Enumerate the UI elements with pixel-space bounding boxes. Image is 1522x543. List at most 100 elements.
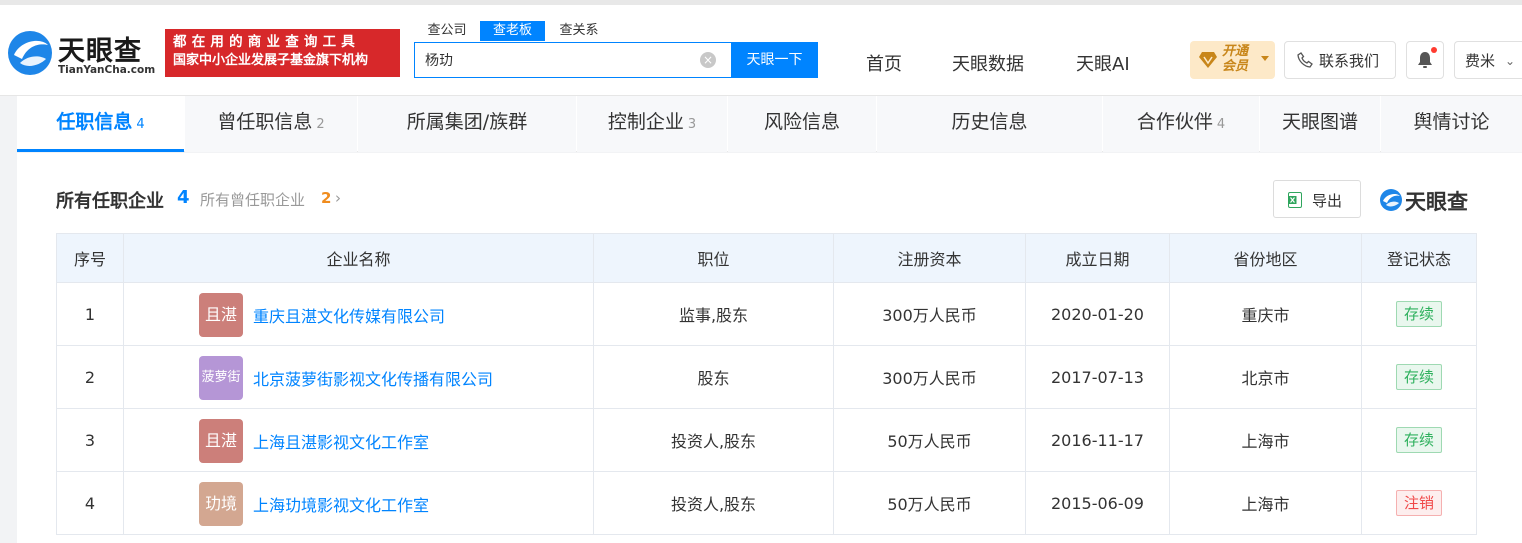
vip-label-line-2: 会员 [1222, 59, 1249, 74]
tab-graph[interactable]: 天眼图谱 [1260, 96, 1380, 152]
tab-label: 历史信息 [951, 111, 1028, 133]
tab-discussion[interactable]: 舆情讨论 [1381, 96, 1522, 152]
company-cell: 菠萝街 北京菠萝街影视文化传播有限公司 [123, 345, 594, 409]
search-tab-boss[interactable]: 查老板 [480, 21, 545, 41]
row-index: 1 [56, 282, 124, 346]
user-name: 费米 [1465, 52, 1496, 70]
col-header-capital: 注册资本 [833, 233, 1026, 283]
company-cell: 且湛 重庆且湛文化传媒有限公司 [123, 282, 594, 346]
date-cell: 2016-11-17 [1025, 408, 1170, 472]
table-row: 3 且湛 上海且湛影视文化工作室 投资人,股东 50万人民币 2016-11-17 上海市存… [56, 408, 1477, 472]
notification-dot [1431, 47, 1437, 53]
status-badge: 存续 [1395, 427, 1442, 453]
role-cell: 股东 [593, 345, 834, 409]
company-avatar[interactable]: 且湛 [199, 293, 243, 337]
tab-label: 所属集团/族群 [406, 111, 528, 133]
tab-label: 天眼图谱 [1281, 111, 1358, 133]
nav-data[interactable]: 天眼数据 [952, 50, 1024, 76]
positions-panel: 所有任职企业 4 所有曾任职企业 2 › 导出 天眼查 序号 企业名称 职位 注… [17, 153, 1522, 543]
search-tab-company[interactable]: 查公司 [415, 21, 479, 41]
capital-cell: 50万人民币 [833, 408, 1026, 472]
notification-button[interactable] [1406, 41, 1444, 79]
detail-tabs: 任职信息 4 曾任职信息 2 所属集团/族群 控制企业 3 风险信息 历史信息 合作伙… [17, 96, 1522, 152]
company-avatar[interactable]: 菠萝街 [199, 356, 243, 400]
tab-label: 合作伙伴 [1136, 111, 1213, 133]
company-name-link[interactable]: 上海玏境影视文化工作室 [253, 492, 429, 516]
col-header-index: 序号 [56, 233, 124, 283]
tab-count: 2 [316, 117, 325, 132]
export-label: 导出 [1312, 192, 1343, 210]
status-cell: 注销 [1361, 471, 1477, 535]
user-menu[interactable]: 费米 ⌄ [1454, 41, 1522, 79]
tab-label: 曾任职信息 [217, 111, 313, 133]
table-header-row: 序号 企业名称 职位 注册资本 成立日期 省份地区 登记状态 [56, 233, 1477, 283]
region-cell: 北京市 [1169, 345, 1362, 409]
tab-count: 4 [136, 117, 145, 132]
slogan-line-1: 都在用的商业查询工具 [173, 34, 360, 50]
section-title: 所有任职企业 [56, 191, 164, 212]
company-cell: 且湛 上海且湛影视文化工作室 [123, 408, 594, 472]
nav-home[interactable]: 首页 [866, 50, 902, 76]
vip-button[interactable]: 开通 会员 [1190, 41, 1275, 79]
col-header-role: 职位 [593, 233, 834, 283]
role-cell: 投资人,股东 [593, 471, 834, 535]
company-cell: 玏境 上海玏境影视文化工作室 [123, 471, 594, 535]
search-tab-relation[interactable]: 查关系 [545, 21, 613, 41]
past-positions-count[interactable]: 2 [321, 189, 331, 207]
search-button[interactable]: 天眼一下 [731, 42, 818, 78]
nav-ai[interactable]: 天眼AI [1076, 50, 1130, 76]
col-header-date: 成立日期 [1025, 233, 1170, 283]
chevron-down-icon: ⌄ [1505, 54, 1516, 68]
slogan-line-2: 国家中小企业发展子基金旗下机构 [173, 53, 369, 68]
past-positions-link[interactable]: 所有曾任职企业 [200, 189, 305, 210]
company-name-link[interactable]: 北京菠萝街影视文化传播有限公司 [253, 366, 493, 390]
tab-past-positions[interactable]: 曾任职信息 2 [185, 96, 357, 152]
watermark-text: 天眼查 [1405, 190, 1468, 214]
company-avatar[interactable]: 玏境 [199, 482, 243, 526]
role-cell: 投资人,股东 [593, 408, 834, 472]
export-button[interactable]: 导出 [1273, 180, 1361, 218]
brand-name: 天眼查 [58, 36, 142, 67]
positions-table: 序号 企业名称 职位 注册资本 成立日期 省份地区 登记状态 1 且湛 重庆且湛文化… [56, 233, 1477, 535]
capital-cell: 300万人民币 [833, 345, 1026, 409]
phone-icon [1297, 52, 1313, 68]
chevron-right-icon[interactable]: › [335, 189, 341, 207]
date-cell: 2015-06-09 [1025, 471, 1170, 535]
tab-count: 3 [687, 117, 697, 132]
brand-logo[interactable]: 天眼查 TianYanCha.com [6, 27, 158, 81]
role-cell: 监事,股东 [593, 282, 834, 346]
region-cell: 重庆市 [1169, 282, 1362, 346]
company-name-link[interactable]: 重庆且湛文化传媒有限公司 [253, 303, 445, 327]
status-badge: 存续 [1395, 301, 1442, 327]
tab-controlled-companies[interactable]: 控制企业 3 [577, 96, 727, 152]
company-avatar[interactable]: 且湛 [199, 419, 243, 463]
watermark-logo: 天眼查 [1379, 186, 1522, 214]
vip-label: 开通 会员 [1222, 44, 1248, 74]
bell-icon [1418, 52, 1432, 68]
tab-current-positions[interactable]: 任职信息 4 [17, 96, 184, 152]
contact-button[interactable]: 联系我们 [1284, 41, 1396, 79]
search-box: × 天眼一下 [414, 42, 818, 78]
row-index: 3 [56, 408, 124, 472]
brand-domain: TianYanCha.com [58, 64, 156, 76]
diamond-icon [1199, 52, 1217, 68]
tab-history[interactable]: 历史信息 [877, 96, 1102, 152]
tab-label: 任职信息 [56, 111, 133, 133]
table-row: 1 且湛 重庆且湛文化传媒有限公司 监事,股东 300万人民币 2020-01-20 重庆市… [56, 282, 1477, 346]
tab-partners[interactable]: 合作伙伴 4 [1103, 96, 1259, 152]
status-badge: 存续 [1395, 364, 1442, 390]
clear-icon[interactable]: × [700, 52, 716, 68]
tianyancha-logo-icon [1380, 189, 1402, 211]
contact-label: 联系我们 [1319, 52, 1380, 70]
slogan-banner: 都在用的商业查询工具 国家中小企业发展子基金旗下机构 [165, 29, 400, 77]
tab-group[interactable]: 所属集团/族群 [358, 96, 576, 152]
date-cell: 2017-07-13 [1025, 345, 1170, 409]
capital-cell: 50万人民币 [833, 471, 1026, 535]
tab-label: 舆情讨论 [1413, 111, 1490, 133]
tianyancha-logo-icon [8, 31, 52, 75]
search-input[interactable] [415, 43, 705, 77]
tab-label: 风险信息 [763, 111, 840, 133]
table-row: 2 菠萝街 北京菠萝街影视文化传播有限公司 股东 300万人民币 2017-07-13 北京… [56, 345, 1477, 409]
tab-risk[interactable]: 风险信息 [728, 96, 876, 152]
company-name-link[interactable]: 上海且湛影视文化工作室 [253, 429, 429, 453]
